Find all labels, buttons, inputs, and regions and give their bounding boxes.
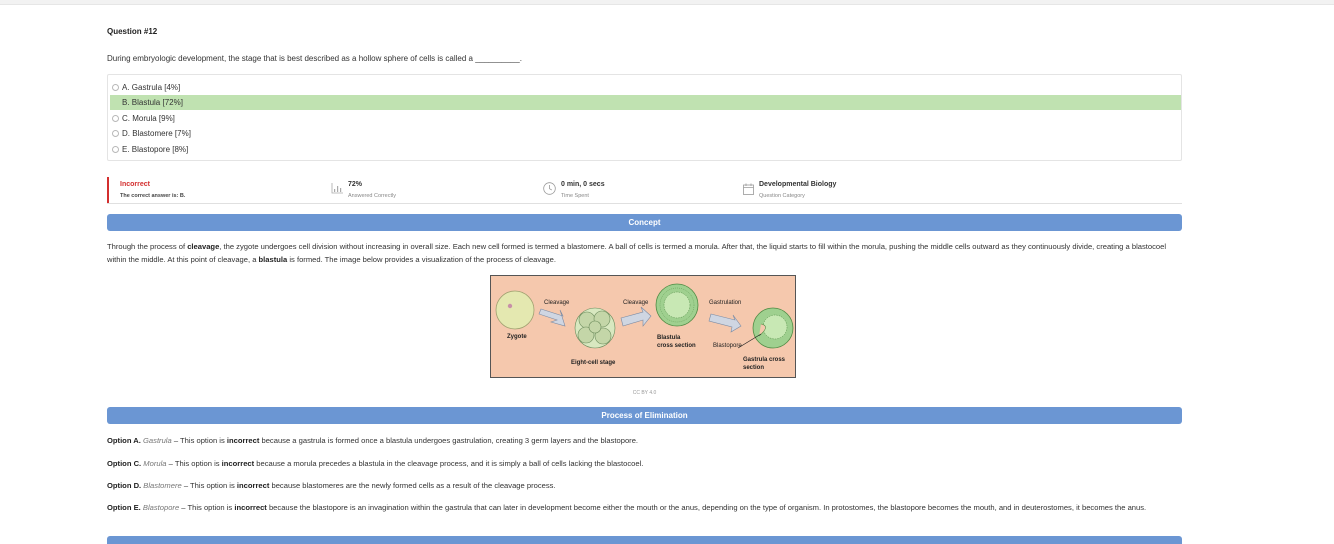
label-gastrula-cross-section: Gastrula cross xyxy=(743,357,786,363)
choice-label: C. Morula [9%] xyxy=(122,114,175,123)
time-spent: 0 min, 0 secs xyxy=(561,181,605,188)
option-label: Option A. xyxy=(107,436,141,445)
elimination-option-d: Option D. Blastomere – This option is in… xyxy=(107,479,1182,492)
option-term: Blastomere xyxy=(143,481,182,490)
option-text: – This option is xyxy=(181,481,237,490)
choice-c[interactable]: C. Morula [9%] xyxy=(110,111,1181,126)
concept-text: is formed. The image below provides a vi… xyxy=(287,255,556,264)
concept-term-blastula: blastula xyxy=(258,255,288,264)
question-category-label: Question Category xyxy=(759,193,805,199)
time-spent-label: Time Spent xyxy=(561,193,589,199)
elimination-header: Process of Elimination xyxy=(107,407,1182,424)
option-term: Gastrula xyxy=(143,436,172,445)
radio-icon[interactable] xyxy=(112,115,119,122)
label-blastula: Blastula xyxy=(657,335,681,341)
option-verdict: incorrect xyxy=(226,436,260,445)
radio-icon[interactable] xyxy=(112,130,119,137)
label-gastrulation: Gastrulation xyxy=(709,300,742,306)
choice-d[interactable]: D. Blastomere [7%] xyxy=(110,126,1181,141)
label-gastrula-section: section xyxy=(743,365,765,371)
label-blastopore: Blastopore xyxy=(713,343,742,349)
top-bar xyxy=(0,0,1334,5)
option-verdict: incorrect xyxy=(236,481,270,490)
choice-label: D. Blastomere [7%] xyxy=(122,129,191,138)
image-credit: CC BY 4.0 xyxy=(632,390,657,396)
elimination-option-a: Option A. Gastrula – This option is inco… xyxy=(107,434,1182,447)
option-verdict: incorrect xyxy=(221,459,255,468)
cleavage-diagram: Cleavage Cleavage Gastrulation Zygote Ei… xyxy=(490,275,796,378)
radio-icon[interactable] xyxy=(112,84,119,91)
percent-correct: 72% xyxy=(348,181,363,188)
question-number: Question #12 xyxy=(107,27,158,36)
concept-text: Through the process of xyxy=(107,242,188,251)
option-label: Option E. xyxy=(107,503,141,512)
question-category: Developmental Biology xyxy=(759,181,837,188)
label-cleavage-2: Cleavage xyxy=(623,300,649,306)
elimination-option-c: Option C. Morula – This option is incorr… xyxy=(107,457,1182,470)
choice-label: A. Gastrula [4%] xyxy=(122,83,181,92)
result-stats: Incorrect The correct answer is: B. 72% … xyxy=(107,177,1182,204)
choice-label: B. Blastula [72%] xyxy=(122,98,183,107)
option-text: because a morula precedes a blastula in … xyxy=(254,459,644,468)
choice-label: E. Blastopore [8%] xyxy=(122,145,189,154)
option-text: – This option is xyxy=(179,503,235,512)
option-term: Blastopore xyxy=(142,503,180,512)
clock-icon xyxy=(543,182,556,195)
incorrect-indicator xyxy=(107,177,109,203)
bar-chart-icon xyxy=(331,183,343,194)
concept-term-cleavage: cleavage xyxy=(187,242,220,251)
correct-answer-text: The correct answer is: B. xyxy=(120,193,186,199)
result-status: Incorrect xyxy=(120,181,150,188)
option-text: because a gastrula is formed once a blas… xyxy=(259,436,639,445)
option-label: Option D. xyxy=(107,481,142,490)
option-text: because the blastopore is an invaginatio… xyxy=(266,503,1147,512)
percent-correct-label: Answered Correctly xyxy=(348,193,396,199)
choice-b-correct[interactable]: B. Blastula [72%] xyxy=(110,95,1181,110)
option-term: Morula xyxy=(143,459,167,468)
choice-e[interactable]: E. Blastopore [8%] xyxy=(110,142,1181,157)
elimination-option-e: Option E. Blastopore – This option is in… xyxy=(107,501,1182,514)
concept-header: Concept xyxy=(107,214,1182,231)
radio-icon[interactable] xyxy=(112,146,119,153)
option-text: – This option is xyxy=(171,436,227,445)
choice-a[interactable]: A. Gastrula [4%] xyxy=(110,80,1181,95)
label-eight-cell: Eight-cell stage xyxy=(571,360,616,366)
option-verdict: incorrect xyxy=(234,503,267,512)
calendar-icon xyxy=(743,183,754,195)
question-text: During embryologic development, the stag… xyxy=(107,54,522,63)
label-zygote: Zygote xyxy=(507,334,527,340)
option-label: Option C. xyxy=(107,459,142,468)
option-text: because blastomeres are the newly formed… xyxy=(269,481,556,490)
option-text: – This option is xyxy=(166,459,222,468)
label-cleavage-1: Cleavage xyxy=(544,300,570,306)
concept-paragraph: Through the process of cleavage, the zyg… xyxy=(107,240,1182,266)
next-section-header xyxy=(107,536,1182,544)
label-blastula-cross-section: cross section xyxy=(657,343,696,349)
answer-choices: A. Gastrula [4%] B. Blastula [72%] C. Mo… xyxy=(107,74,1182,161)
